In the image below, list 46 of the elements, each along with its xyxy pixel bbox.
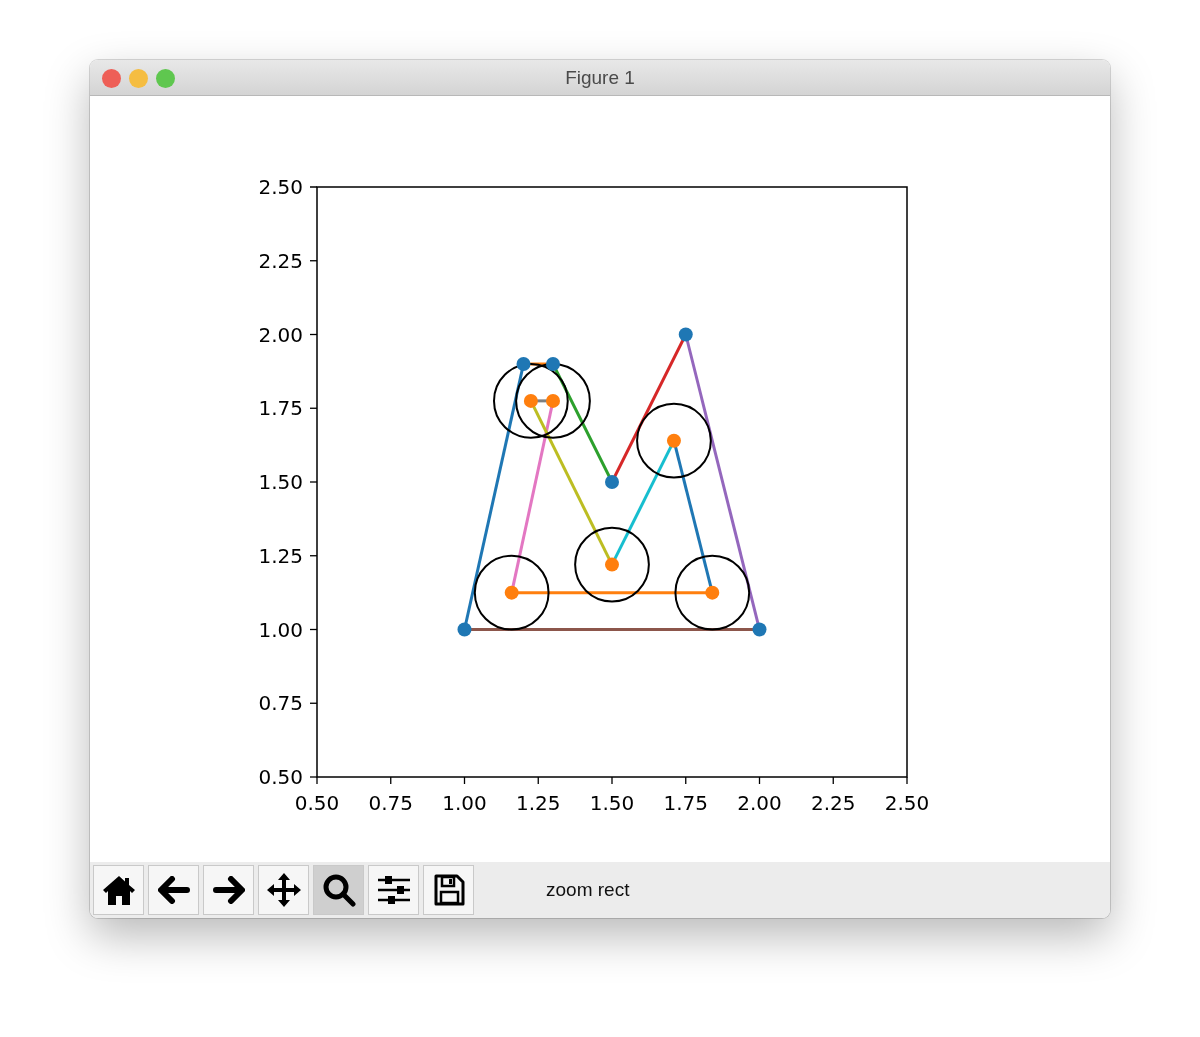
tick-label: 1.00: [258, 617, 303, 642]
right-arrow-icon: [212, 876, 245, 904]
data-point: [546, 357, 560, 371]
status-message: zoom rect: [546, 877, 630, 902]
tick-label: 0.50: [294, 791, 340, 815]
data-point: [605, 557, 619, 572]
tick-label: 2.25: [258, 248, 303, 273]
data-point: [516, 357, 531, 371]
data-point: [546, 393, 560, 408]
toolbar-button[interactable]: [423, 865, 474, 915]
tick-label: 1.75: [258, 396, 303, 421]
tick-label: 0.75: [368, 791, 413, 815]
data-point: [678, 327, 693, 342]
close-button[interactable]: [102, 69, 121, 88]
data-point: [605, 475, 619, 489]
toolbar-button[interactable]: [93, 865, 144, 915]
tick-label: 2.50: [884, 791, 930, 815]
tick-label: 1.00: [442, 791, 487, 815]
tick-label: 1.25: [516, 791, 561, 815]
sliders-icon: [376, 875, 411, 905]
data-point: [523, 393, 538, 408]
toolbar-button[interactable]: [368, 865, 419, 915]
toolbar-button[interactable]: [203, 865, 254, 915]
toolbar-button[interactable]: [313, 865, 364, 915]
house-icon: [101, 874, 136, 906]
tick-label: 0.50: [258, 765, 303, 789]
search-icon: [321, 873, 356, 907]
tick-label: 2.25: [811, 791, 856, 815]
tick-label: 1.25: [258, 543, 303, 568]
left-arrow-icon: [157, 876, 190, 904]
tick-label: 2.50: [258, 175, 303, 199]
toolbar-button[interactable]: [258, 865, 309, 915]
data-point: [752, 622, 767, 637]
toolbar-button[interactable]: [148, 865, 199, 915]
data-point: [457, 622, 472, 637]
tick-label: 2.00: [737, 791, 782, 815]
tick-label: 0.75: [258, 691, 303, 716]
tick-label: 1.50: [258, 470, 303, 494]
four-way-arrow-icon: [265, 872, 302, 908]
tick-label: 1.75: [663, 791, 708, 815]
data-point: [504, 585, 519, 600]
window-title: Figure 1: [565, 66, 635, 90]
tick-label: 2.00: [258, 322, 303, 347]
tick-label: 1.50: [589, 791, 635, 815]
data-point: [666, 433, 681, 448]
data-point: [705, 585, 720, 600]
